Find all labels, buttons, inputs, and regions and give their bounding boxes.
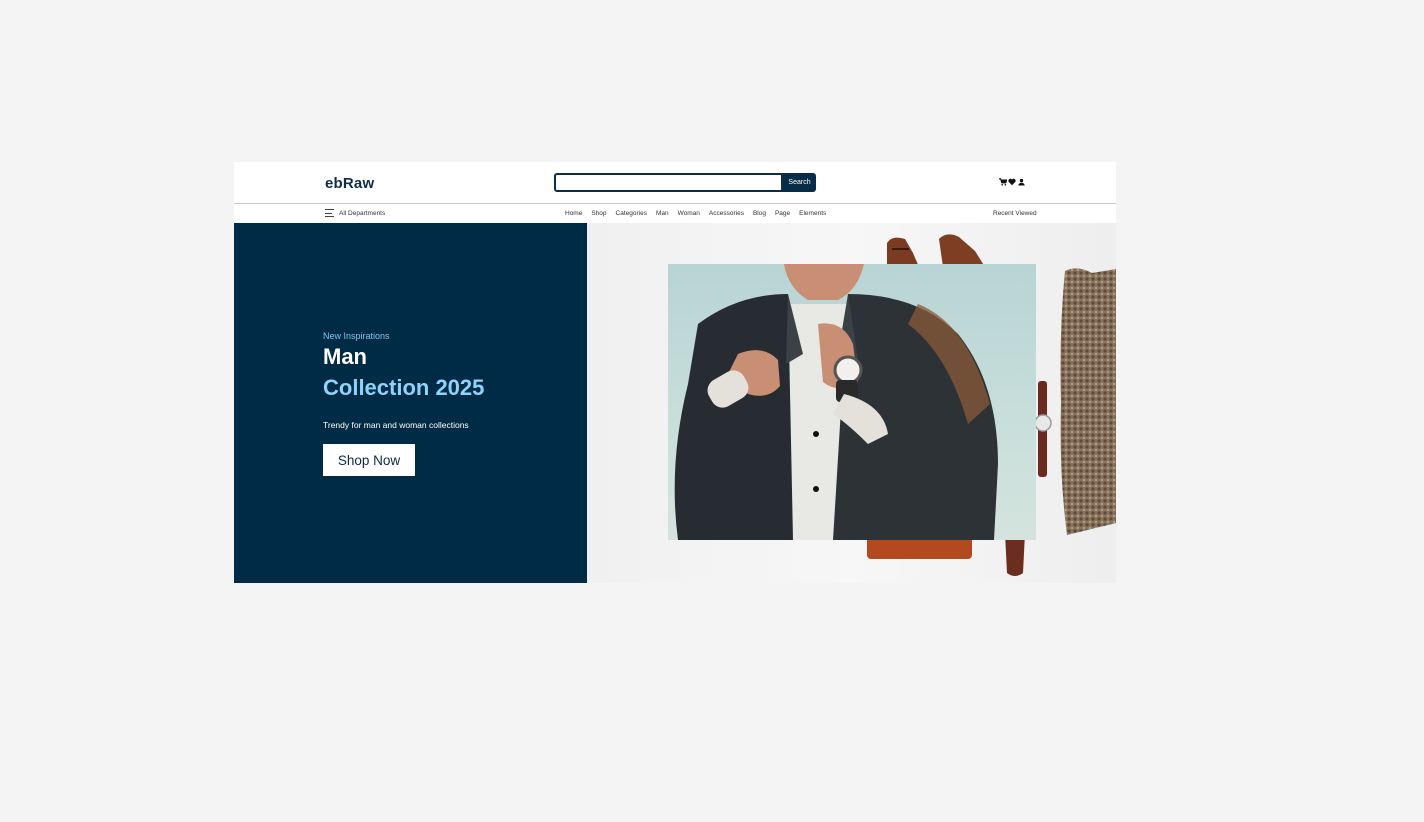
nav-link-elements[interactable]: Elements [799,210,826,217]
nav-link-page[interactable]: Page [775,210,790,217]
nav-link-shop[interactable]: Shop [591,210,606,217]
all-departments-menu[interactable]: All Departments [325,208,385,218]
header-icons [999,177,1025,187]
cart-icon[interactable] [999,177,1007,187]
nav-link-blog[interactable]: Blog [753,210,766,217]
nav-links: Home Shop Categories Man Woman Accessori… [565,210,826,217]
hamburger-icon [325,208,335,218]
nav-link-accessories[interactable]: Accessories [709,210,744,217]
storefront-page: ebRaw Search All Departments Home Shop C… [234,162,1116,583]
recent-viewed-link[interactable]: Recent Viewed [993,210,1037,217]
user-icon[interactable] [1017,177,1025,187]
all-departments-label: All Departments [339,209,386,217]
heart-icon[interactable] [1008,177,1016,187]
top-header: ebRaw Search [234,162,1116,204]
shop-now-button[interactable]: Shop Now [323,444,415,476]
nav-link-home[interactable]: Home [565,210,582,217]
hero-title-line2: Collection 2025 [323,375,485,400]
brand-logo[interactable]: ebRaw [325,175,374,192]
search-button[interactable]: Search [783,173,816,192]
nav-link-categories[interactable]: Categories [616,210,647,217]
hero-subtitle: Trendy for man and woman collections [323,420,469,430]
nav-link-man[interactable]: Man [656,210,669,217]
hero-kicker: New Inspirations [323,331,390,341]
search-form: Search [554,173,816,192]
hero-title-line1: Man [323,344,367,369]
main-navigation: All Departments Home Shop Categories Man… [234,205,1116,223]
hero-panel: New Inspirations Man Collection 2025 Tre… [234,223,587,583]
featured-model-image [668,264,1036,540]
search-input[interactable] [554,173,783,192]
nav-link-woman[interactable]: Woman [678,210,700,217]
hero-image-area [587,223,1116,583]
